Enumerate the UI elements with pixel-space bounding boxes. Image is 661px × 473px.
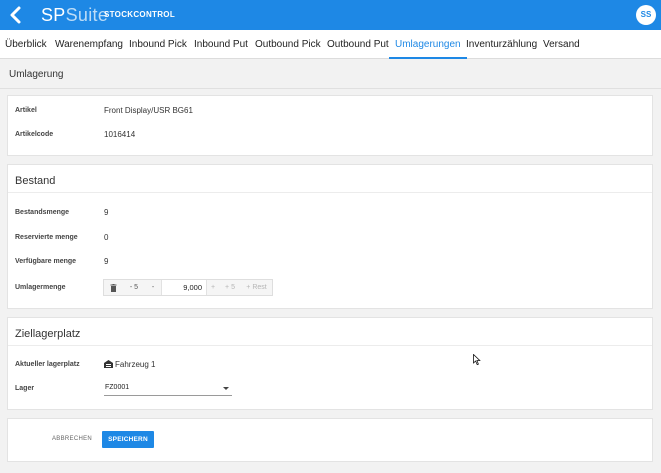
mouse-cursor-icon [473,354,481,366]
aktueller-lagerplatz-value-row: Fahrzeug 1 [104,360,155,369]
back-arrow-icon[interactable] [7,5,25,25]
ziellagerplatz-card: Ziellagerplatz Aktueller lagerplatz Fahr… [7,317,653,410]
user-avatar[interactable]: SS [636,5,656,25]
actions-card: ABBRECHEN SPEICHERN [7,418,653,462]
brand-part-2: Suite [65,5,109,25]
tab-inbound-pick[interactable]: Inbound Pick [129,30,187,59]
aktueller-lagerplatz-label: Aktueller lagerplatz [15,361,80,368]
reservierte-menge-value: 0 [104,233,109,242]
lager-select-value: FZ0001 [105,384,130,391]
warehouse-icon [104,360,113,368]
ziellagerplatz-divider [8,345,652,346]
module-name: STOCKCONTROL [104,10,176,19]
umlagermenge-stepper: - 5 - 9,000 + + 5 + Rest [103,279,273,296]
save-button[interactable]: SPEICHERN [102,431,154,448]
main-tab-bar: Überblick Warenempfang Inbound Pick Inbo… [0,30,661,59]
trash-icon [110,284,117,292]
stepper-minus-1-button[interactable]: - [145,280,161,295]
tab-outbound-put[interactable]: Outbound Put [327,30,389,59]
lager-label: Lager [15,385,35,392]
top-app-bar: SPSuite STOCKCONTROL SS [0,0,661,30]
stepper-plus-1-button[interactable]: + [207,280,219,295]
artikelcode-label: Artikelcode [15,131,54,138]
lager-select[interactable]: FZ0001 [104,381,232,396]
verfuegbare-menge-label: Verfügbare menge [15,258,77,265]
tab-umlagerungen[interactable]: Umlagerungen [389,30,467,59]
tab-inventurzaehlung[interactable]: Inventurzählung [466,30,537,59]
verfuegbare-menge-value: 9 [104,257,109,266]
article-card: Artikel Front Display/USR BG61 Artikelco… [7,95,653,156]
stepper-rest-button[interactable]: + Rest [241,280,272,295]
bestand-divider [8,192,652,193]
cancel-button[interactable]: ABBRECHEN [52,436,92,442]
aktueller-lagerplatz-value: Fahrzeug 1 [115,360,156,369]
bestandsmenge-value: 9 [104,208,109,217]
tab-outbound-pick[interactable]: Outbound Pick [255,30,321,59]
bestandsmenge-label: Bestandsmenge [15,209,70,216]
umlagermenge-label: Umlagermenge [15,284,66,291]
bestand-title: Bestand [15,175,56,187]
brand-logo: SPSuite [41,5,108,25]
reservierte-menge-label: Reservierte menge [15,234,78,241]
tab-versand[interactable]: Versand [543,30,580,59]
tab-warenempfang[interactable]: Warenempfang [55,30,123,59]
bestand-card: Bestand Bestandsmenge 9 Reservierte meng… [7,164,653,309]
umlagermenge-input[interactable]: 9,000 [161,280,207,295]
stepper-plus-5-button[interactable]: + 5 [219,280,241,295]
tab-inbound-put[interactable]: Inbound Put [194,30,248,59]
artikelcode-value: 1016414 [104,130,136,139]
artikel-label: Artikel [15,107,37,114]
ziellagerplatz-title: Ziellagerplatz [15,328,81,340]
artikel-value: Front Display/USR BG61 [104,106,193,115]
stepper-minus-5-button[interactable]: - 5 [123,280,145,295]
page-title: Umlagerung [9,69,64,80]
brand-part-1: SP [41,5,66,25]
tab-ueberblick[interactable]: Überblick [5,30,47,59]
stepper-delete-button[interactable] [104,280,123,295]
chevron-down-icon [223,387,229,390]
page-header: Umlagerung [0,59,661,89]
